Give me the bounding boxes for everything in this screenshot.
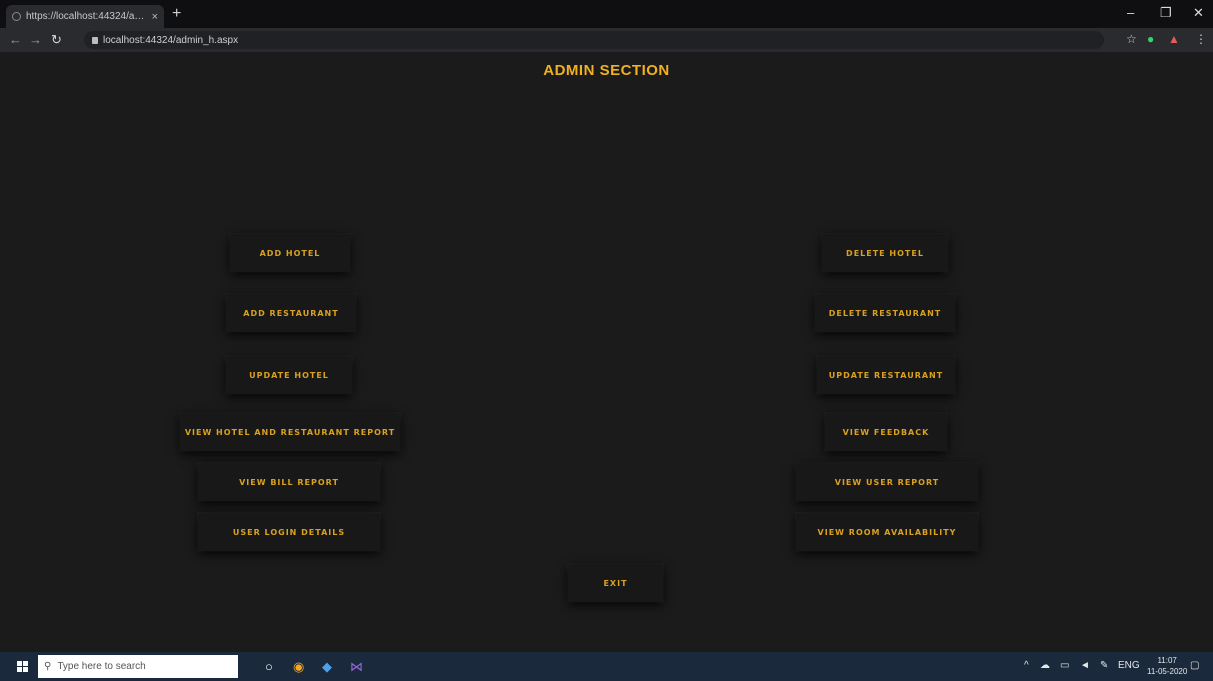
window-close-button[interactable]: ✕ [1193,5,1204,21]
address-url: localhost:44324/admin_h.aspx [103,34,239,46]
exit-button[interactable]: EXIT [568,564,663,602]
search-icon: ⚲ [44,661,52,672]
view-hotel-restaurant-report-button[interactable]: VIEW HOTEL AND RESTAURANT REPORT [180,413,400,451]
star-icon[interactable]: ☆ [1126,32,1137,46]
add-hotel-button[interactable]: ADD HOTEL [230,234,350,272]
visual-studio-icon[interactable]: ⋈ [350,659,363,675]
browser-tab[interactable]: https://localhost:44324/admin_h... × [6,5,164,28]
page-title: ADMIN SECTION [543,62,670,79]
network-icon[interactable]: ▭ [1060,660,1069,671]
new-tab-button[interactable]: + [172,6,181,22]
tab-title: https://localhost:44324/admin_h... [26,11,147,22]
delete-hotel-button[interactable]: DELETE HOTEL [822,234,948,272]
menu-icon[interactable]: ⋮ [1195,32,1207,46]
chrome-icon[interactable]: ◉ [293,659,304,675]
reload-icon[interactable]: ↻ [51,32,62,48]
taskbar-clock[interactable]: 11:07 11-05-2020 [1147,655,1187,677]
tray-overflow-icon[interactable]: ^ [1024,660,1029,671]
clock-date: 11-05-2020 [1147,667,1188,676]
update-restaurant-button[interactable]: UPDATE RESTAURANT [817,356,955,394]
forward-arrow-icon[interactable]: → [29,32,42,47]
browser-toolbar: ← → ↻ localhost:44324/admin_h.aspx ☆ ● ▲… [0,28,1213,52]
profile-icon[interactable]: ▲ [1168,32,1180,46]
address-bar[interactable]: localhost:44324/admin_h.aspx [84,31,1104,49]
delete-restaurant-button[interactable]: DELETE RESTAURANT [815,294,955,332]
restore-button[interactable]: ❐ [1160,5,1172,21]
taskbar-search-placeholder: Type here to search [57,661,146,672]
tab-close-icon[interactable]: × [152,11,158,23]
notification-icon[interactable]: ▢ [1190,660,1199,671]
view-bill-report-button[interactable]: VIEW BILL REPORT [198,463,380,501]
view-room-availability-button[interactable]: VIEW ROOM AVAILABILITY [796,513,978,551]
view-feedback-button[interactable]: VIEW FEEDBACK [825,413,947,451]
clock-time: 11:07 [1157,656,1177,665]
back-arrow-icon[interactable]: ← [9,32,22,47]
add-restaurant-button[interactable]: ADD RESTAURANT [226,294,356,332]
onedrive-icon[interactable]: ☁ [1040,660,1050,671]
taskbar-search[interactable]: ⚲ Type here to search [38,655,238,678]
view-user-report-button[interactable]: VIEW USER REPORT [796,463,978,501]
user-login-details-button[interactable]: USER LOGIN DETAILS [198,513,380,551]
pen-icon[interactable]: ✎ [1100,660,1108,671]
browser-tabstrip: https://localhost:44324/admin_h... × + –… [0,0,1213,28]
info-icon [92,36,98,44]
vs-code-icon[interactable]: ◆ [322,659,332,675]
volume-icon[interactable]: ◄ [1080,660,1090,671]
taskbar: ⚲ Type here to search ○ ◉ ◆ ⋈ ^ ☁ ▭ ◄ ✎ … [0,652,1213,681]
globe-icon [12,12,21,21]
language-indicator[interactable]: ENG [1118,660,1140,671]
extension-icon[interactable]: ● [1147,32,1154,46]
update-hotel-button[interactable]: UPDATE HOTEL [226,356,352,394]
minimize-button[interactable]: – [1127,5,1134,20]
cortana-icon[interactable]: ○ [265,659,273,674]
windows-start-icon[interactable] [17,661,28,672]
